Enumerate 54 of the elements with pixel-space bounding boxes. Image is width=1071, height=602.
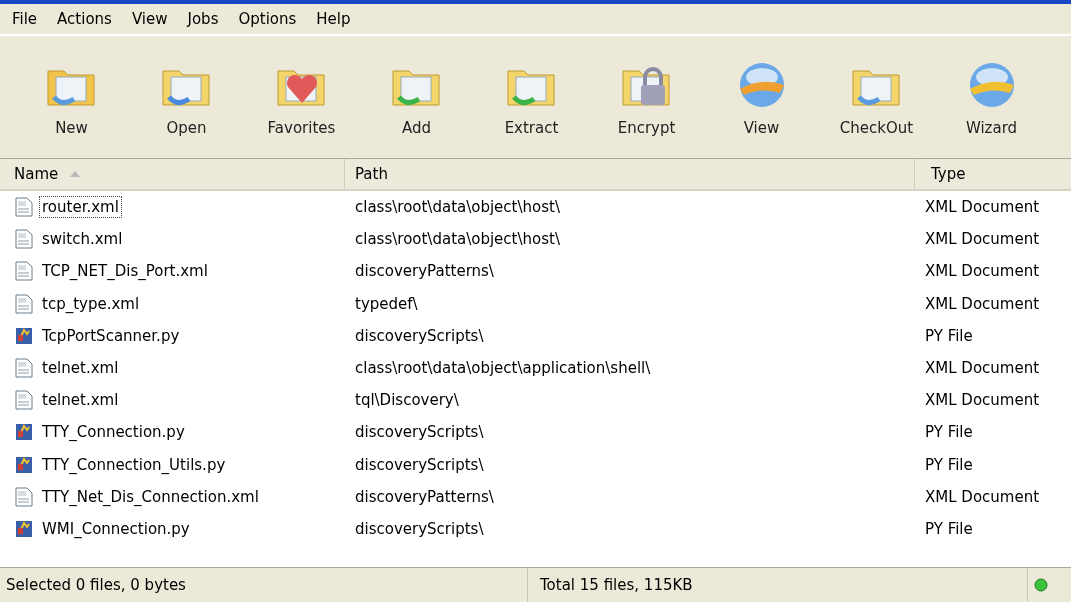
column-header[interactable]: Name	[0, 159, 345, 189]
file-type: XML Document	[924, 487, 1041, 506]
file-type: PY File	[924, 423, 974, 442]
file-path: discoveryPatterns\	[354, 487, 495, 506]
file-type: XML Document	[924, 230, 1041, 249]
column-header[interactable]: Type	[915, 159, 1071, 189]
file-type: PY File	[924, 455, 974, 474]
toolbar-button[interactable]: Favorites	[244, 41, 359, 153]
file-name[interactable]: tcp_type.xml	[39, 292, 143, 315]
column-header[interactable]: Path	[345, 159, 915, 189]
menu-item[interactable]: File	[12, 10, 38, 28]
file-name[interactable]: router.xml	[39, 196, 122, 219]
toolbar-button[interactable]: New	[14, 41, 129, 153]
file-name[interactable]: TTY_Connection.py	[39, 421, 188, 444]
file-type: XML Document	[924, 391, 1041, 410]
file-path: typedef\	[354, 294, 419, 313]
file-path: discoveryScripts\	[354, 326, 485, 345]
file-name[interactable]: TcpPortScanner.py	[39, 324, 183, 347]
menu-item[interactable]: View	[131, 10, 168, 28]
file-name[interactable]: telnet.xml	[39, 389, 122, 412]
menu-item[interactable]: Help	[316, 10, 351, 28]
file-name[interactable]: TTY_Net_Dis_Connection.xml	[39, 485, 262, 508]
status-light-icon	[1034, 578, 1048, 592]
toolbar-button[interactable]: Wizard	[934, 41, 1049, 153]
toolbar-button[interactable]: Extract	[474, 41, 589, 153]
file-name[interactable]: WMI_Connection.py	[39, 517, 193, 540]
file-path: class\root\data\object\application\shell\	[354, 359, 652, 378]
menu-item[interactable]: Jobs	[187, 10, 219, 28]
toolbar-button[interactable]: Open	[129, 41, 244, 153]
toolbar-button[interactable]: Encrypt	[589, 41, 704, 153]
file-type: XML Document	[924, 294, 1041, 313]
file-path: discoveryPatterns\	[354, 262, 495, 281]
toolbar-button[interactable]: Add	[359, 41, 474, 153]
file-type: XML Document	[924, 359, 1041, 378]
toolbar-button[interactable]: CheckOut	[819, 41, 934, 153]
file-name[interactable]: switch.xml	[39, 228, 126, 251]
toolbar-button[interactable]: View	[704, 41, 819, 153]
file-path: class\root\data\object\host\	[354, 230, 561, 249]
file-type: XML Document	[924, 198, 1041, 217]
file-type: XML Document	[924, 262, 1041, 281]
file-type: PY File	[924, 326, 974, 345]
file-name[interactable]: telnet.xml	[39, 357, 122, 380]
total-status: Total 15 files, 115KB	[528, 568, 1028, 602]
file-path: tql\Discovery\	[354, 391, 460, 410]
file-name[interactable]: TCP_NET_Dis_Port.xml	[39, 260, 211, 283]
file-path: discoveryScripts\	[354, 455, 485, 474]
file-name[interactable]: TTY_Connection_Utils.py	[39, 453, 229, 476]
file-path: discoveryScripts\	[354, 519, 485, 538]
file-path: class\root\data\object\host\	[354, 198, 561, 217]
file-type: PY File	[924, 519, 974, 538]
selection-status: Selected 0 files, 0 bytes	[0, 568, 528, 602]
menu-item[interactable]: Options	[238, 10, 297, 28]
file-path: discoveryScripts\	[354, 423, 485, 442]
menu-item[interactable]: Actions	[57, 10, 112, 28]
